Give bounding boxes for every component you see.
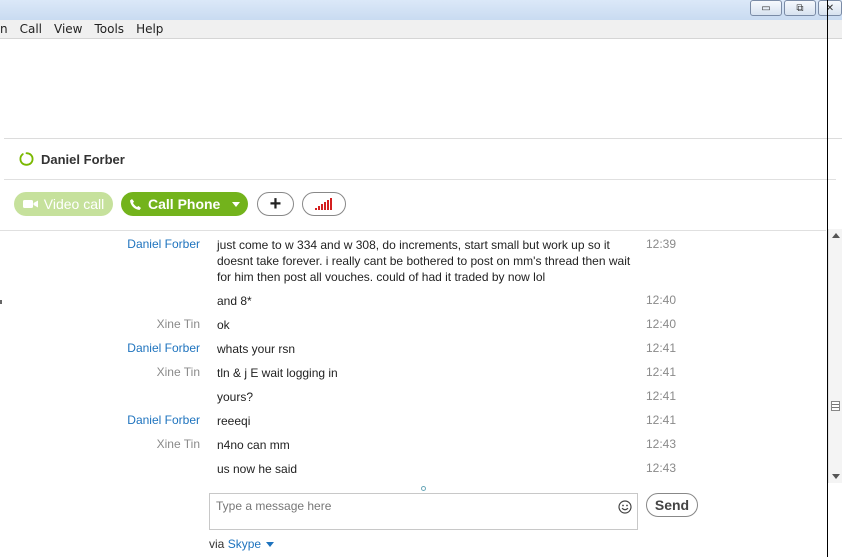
video-camera-icon: [22, 200, 38, 208]
call-quality-button[interactable]: [302, 192, 346, 216]
message-text: whats your rsn: [217, 342, 296, 356]
call-phone-button[interactable]: Call Phone: [121, 192, 248, 216]
menu-item-help[interactable]: Help: [136, 22, 163, 36]
online-status-icon: [19, 152, 34, 166]
message-time: 12:43: [646, 461, 677, 475]
message-text: n4no can mm: [217, 438, 290, 452]
message-text: and 8*: [217, 294, 252, 308]
message-text: tln & j E wait logging in: [217, 366, 338, 380]
message-text: yours?: [217, 390, 254, 404]
message-input[interactable]: [216, 498, 606, 514]
message-sender[interactable]: Daniel Forber: [127, 237, 200, 251]
title-bar: ▭ ⧉ ✕: [0, 0, 842, 20]
menu-item-contacts[interactable]: n: [0, 22, 8, 36]
message-time: 12:41: [646, 341, 677, 355]
skype-window: ▭ ⧉ ✕ n Call View Tools Help Daniel Forb…: [0, 0, 842, 557]
menu-item-call[interactable]: Call: [20, 22, 42, 36]
message-text: reeeqi: [217, 414, 251, 428]
scroll-down-arrow-icon[interactable]: [832, 474, 840, 479]
call-dropdown-chevron-icon[interactable]: [232, 202, 240, 207]
message-scrollbar[interactable]: [828, 229, 842, 483]
menu-item-view[interactable]: View: [54, 22, 82, 36]
message-time: 12:43: [646, 437, 677, 451]
scrollbar-thumb[interactable]: [831, 401, 840, 411]
menu-item-tools[interactable]: Tools: [95, 22, 125, 36]
message-time: 12:39: [646, 237, 677, 251]
message-compose-box: [209, 493, 638, 530]
message-time: 12:41: [646, 389, 677, 403]
typing-indicator-icon: [421, 486, 426, 491]
message-text: just come to w 334 and w 308, do increme…: [217, 238, 631, 284]
scroll-up-arrow-icon[interactable]: [832, 233, 840, 238]
signal-bars-icon: [315, 198, 332, 210]
message-list: Daniel Forber just come to w 334 and w 3…: [0, 230, 826, 485]
message-text: us now he said: [217, 462, 298, 476]
video-call-button[interactable]: Video call: [14, 192, 113, 216]
service-dropdown-chevron-icon[interactable]: [266, 542, 275, 548]
message-time: 12:41: [646, 413, 677, 427]
message-sender[interactable]: Xine Tin: [157, 317, 200, 331]
message-text: ok: [217, 318, 230, 332]
message-time: 12:40: [646, 317, 677, 331]
via-service-selector: via Skype: [209, 537, 275, 551]
add-participant-button[interactable]: +: [257, 192, 294, 216]
send-button[interactable]: Send: [646, 493, 698, 517]
splitter-handle[interactable]: [0, 300, 2, 304]
message-time: 12:40: [646, 293, 677, 307]
minimize-button[interactable]: ▭: [750, 0, 782, 16]
contact-name[interactable]: Daniel Forber: [41, 152, 125, 167]
ad-banner-area: [4, 39, 842, 139]
phone-icon: [130, 198, 141, 210]
service-selector-link[interactable]: Skype: [228, 537, 261, 551]
message-sender[interactable]: Xine Tin: [157, 437, 200, 451]
contact-header: Daniel Forber: [4, 140, 836, 180]
message-time: 12:41: [646, 365, 677, 379]
menu-bar: n Call View Tools Help: [0, 20, 842, 39]
window-controls: ▭ ⧉ ✕: [750, 0, 842, 17]
message-sender[interactable]: Xine Tin: [157, 365, 200, 379]
close-button[interactable]: ✕: [818, 0, 842, 16]
call-phone-label: Call Phone: [148, 196, 221, 212]
via-prefix: via: [209, 537, 225, 551]
message-sender[interactable]: Daniel Forber: [127, 413, 200, 427]
restore-button[interactable]: ⧉: [784, 0, 816, 16]
window-border: [827, 0, 828, 557]
video-call-label: Video call: [43, 196, 105, 212]
message-sender[interactable]: Daniel Forber: [127, 341, 200, 355]
emoticon-icon[interactable]: [618, 500, 632, 514]
